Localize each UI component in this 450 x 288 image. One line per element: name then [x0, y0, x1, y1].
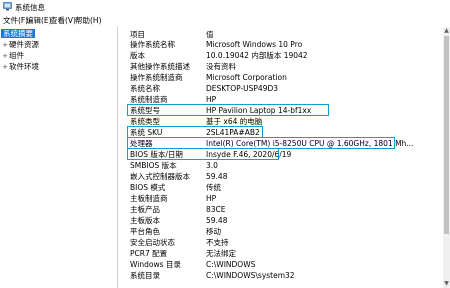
row-item-name: 主板版本 — [130, 216, 160, 225]
tree-item-label: 软件环境 — [9, 62, 39, 71]
menu-help[interactable]: 帮助(H) — [75, 15, 102, 26]
row-item-name: BIOS 模式 — [130, 183, 166, 192]
highlight-bios-version — [127, 148, 279, 160]
row-item-value: 无法绑定 — [206, 249, 236, 258]
row-item-name: 主板产品 — [130, 205, 160, 214]
row-item-value: HP — [206, 194, 217, 203]
row-item-name: 版本 — [130, 51, 145, 60]
table-row[interactable]: 平台角色 移动 — [118, 226, 443, 237]
row-item-name: 平台角色 — [130, 227, 160, 236]
tree-item-label: 组件 — [9, 51, 24, 60]
row-item-name: Windows 目录 — [130, 260, 181, 269]
expand-icon[interactable]: + — [1, 62, 9, 72]
tree-item-hardware-resources[interactable]: +硬件资源 — [1, 40, 39, 50]
table-row[interactable]: 操作系统名称 Microsoft Windows 10 Pro — [118, 39, 443, 50]
tree-item-software-environment[interactable]: +软件环境 — [1, 62, 39, 72]
row-item-name: 操作系统制造商 — [130, 73, 183, 82]
row-item-value: 3.0 — [206, 161, 218, 170]
row-item-value: 10.0.19042 内部版本 19042 — [206, 51, 308, 60]
expand-icon[interactable]: + — [1, 51, 9, 61]
category-tree: 系统摘要 +硬件资源 +组件 +软件环境 — [0, 27, 118, 288]
row-item-value: 59.48 — [206, 172, 228, 181]
row-item-name: 主板制造商 — [130, 194, 168, 203]
row-item-value: C:\WINDOWS — [206, 260, 256, 269]
row-item-value: 传统 — [206, 183, 221, 192]
menu-file[interactable]: 文件(F) — [3, 15, 28, 26]
row-item-name: 操作系统名称 — [130, 40, 175, 49]
table-row[interactable]: 主板产品 83CE — [118, 204, 443, 215]
summary-table: 项目 值 操作系统名称 Microsoft Windows 10 Pro 版本 10.… — [118, 27, 443, 288]
row-item-value: 59.48 — [206, 216, 228, 225]
tree-item-system-summary[interactable]: 系统摘要 — [1, 29, 35, 39]
highlight-system-model — [127, 104, 329, 116]
table-row[interactable]: SMBIOS 版本 3.0 — [118, 160, 443, 171]
table-row[interactable]: 系统目录 C:\WINDOWS\system32 — [118, 270, 443, 281]
tree-item-label: 硬件资源 — [9, 40, 39, 49]
table-row[interactable]: 主板制造商 HP — [118, 193, 443, 204]
table-row[interactable]: BIOS 模式 传统 — [118, 182, 443, 193]
row-item-name: 嵌入式控制器版本 — [130, 172, 190, 181]
row-item-name: 其他操作系统描述 — [130, 62, 190, 71]
row-item-value: Microsoft Windows 10 Pro — [206, 40, 303, 49]
row-item-value: 没有资料 — [206, 62, 236, 71]
row-item-value: DESKTOP-USP49D3 — [206, 84, 279, 93]
row-item-value: 83CE — [206, 205, 226, 214]
row-item-name: PCR7 配置 — [130, 249, 168, 258]
table-row[interactable]: 主板版本 59.48 — [118, 215, 443, 226]
table-row[interactable]: 版本 10.0.19042 内部版本 19042 — [118, 50, 443, 61]
row-item-value: C:\WINDOWS\system32 — [206, 271, 295, 280]
row-item-value: 不支持 — [206, 238, 229, 247]
table-row[interactable]: 嵌入式控制器版本 59.48 — [118, 171, 443, 182]
table-row[interactable]: Windows 目录 C:\WINDOWS — [118, 259, 443, 270]
row-item-name: SMBIOS 版本 — [130, 161, 177, 170]
row-item-name: 系统名称 — [130, 84, 160, 93]
tree-item-label: 系统摘要 — [1, 29, 35, 38]
table-row[interactable]: 操作系统制造商 Microsoft Corporation — [118, 72, 443, 83]
table-row[interactable]: 其他操作系统描述 没有资料 — [118, 61, 443, 72]
vertical-scrollbar[interactable]: ▲ ▼ — [443, 27, 450, 288]
menu-view[interactable]: 查看(V) — [50, 15, 76, 26]
window-title: 系统信息 — [15, 3, 45, 12]
scrollbar-thumb[interactable] — [444, 36, 449, 234]
row-item-name: 系统目录 — [130, 271, 160, 280]
title-bar: 系统信息 — [0, 0, 450, 14]
row-item-name: 安全启动状态 — [130, 238, 175, 247]
system-info-icon — [3, 2, 12, 11]
menu-bar: 文件(F) 编辑(E) 查看(V) 帮助(H) — [0, 14, 450, 26]
scroll-down-icon[interactable]: ▼ — [443, 280, 450, 288]
table-row[interactable]: 安全启动状态 不支持 — [118, 237, 443, 248]
row-item-value: 移动 — [206, 227, 221, 236]
row-item-value: Microsoft Corporation — [206, 73, 287, 82]
menu-edit[interactable]: 编辑(E) — [26, 15, 52, 26]
tree-item-components[interactable]: +组件 — [1, 51, 24, 61]
table-row[interactable]: PCR7 配置 无法绑定 — [118, 248, 443, 259]
table-row[interactable]: 系统名称 DESKTOP-USP49D3 — [118, 83, 443, 94]
expand-icon[interactable]: + — [1, 40, 9, 50]
scroll-up-icon[interactable]: ▲ — [443, 27, 450, 35]
